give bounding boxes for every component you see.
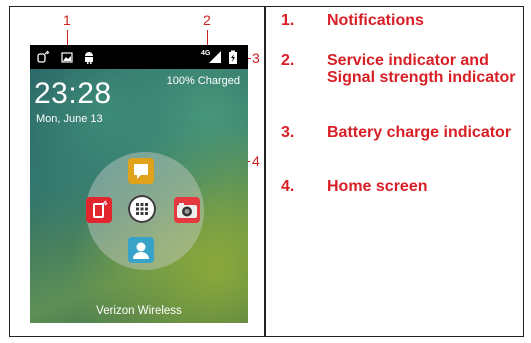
legend-item-text: Notifications [327, 12, 424, 29]
image-icon [61, 52, 73, 63]
legend-item-number: 1. [281, 12, 295, 29]
phone-app-icon[interactable] [86, 197, 112, 223]
legend-item-number: 2. [281, 52, 295, 69]
camera-app-icon[interactable] [174, 197, 200, 223]
column-divider [264, 6, 266, 337]
legend-item-text: Service indicator and Signal strength in… [327, 52, 516, 86]
status-bar: 4G [30, 45, 248, 69]
app-launcher-icon[interactable] [128, 195, 156, 223]
messaging-app-icon[interactable] [128, 158, 154, 184]
carrier-label: Verizon Wireless [96, 305, 182, 317]
legend-item-number: 4. [281, 178, 295, 195]
usb-debug-icon [37, 50, 50, 63]
callout-2: 2 [203, 12, 211, 28]
android-icon [85, 52, 93, 64]
callout-3: 3 [252, 50, 260, 66]
clock-time[interactable]: 23:28 [34, 77, 112, 111]
legend-item-text: Battery charge indicator [327, 124, 512, 141]
legend-item-text: Home screen [327, 178, 428, 195]
callout-1: 1 [63, 12, 71, 28]
signal-strength-icon [209, 51, 221, 63]
contacts-app-icon[interactable] [128, 237, 154, 263]
phone-home-screen[interactable]: 4G 100% Charged 23:28 Mon, June 13 Veriz… [30, 45, 248, 323]
legend-item-number: 3. [281, 124, 295, 141]
battery-charging-icon [229, 50, 237, 64]
battery-charge-text: 100% Charged [166, 75, 240, 87]
callout-4: 4 [252, 153, 260, 169]
clock-date: Mon, June 13 [36, 113, 103, 125]
